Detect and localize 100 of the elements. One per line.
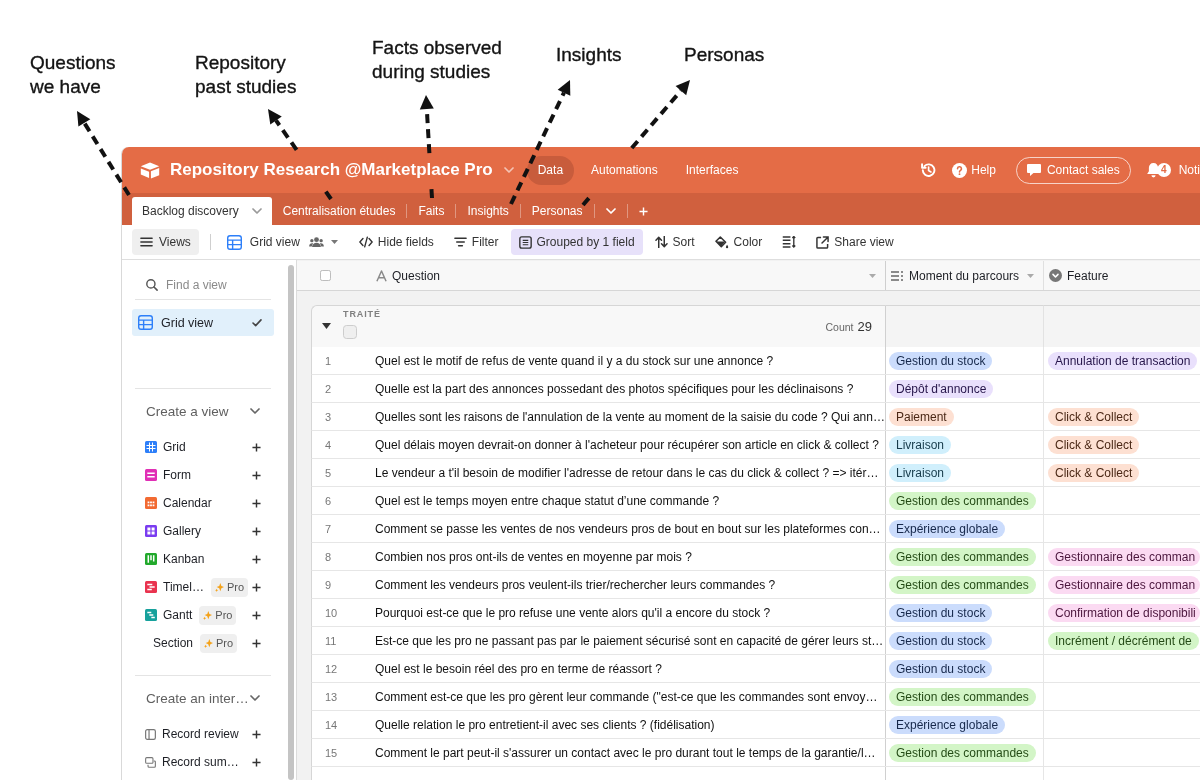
hide-fields-button[interactable]: Hide fields — [350, 229, 442, 255]
view-type-option[interactable]: Section — [153, 636, 194, 650]
table-tab[interactable]: Personas — [520, 197, 594, 225]
chevron-down-icon[interactable] — [250, 408, 260, 414]
chevron-down-icon[interactable] — [250, 695, 260, 701]
views-button[interactable]: Views — [132, 229, 199, 255]
option-tag: Confirmation de disponibili — [1048, 603, 1200, 622]
option-tag: Gestion du stock — [889, 631, 993, 650]
plus-icon[interactable] — [252, 498, 261, 508]
table-tab[interactable]: Backlog discovery — [132, 197, 272, 225]
row-number: 1 — [325, 354, 332, 367]
bell-icon[interactable] — [1146, 162, 1160, 178]
column-header[interactable]: Question — [365, 261, 886, 290]
plus-icon[interactable] — [252, 757, 261, 767]
view-switcher[interactable]: Grid view — [221, 229, 343, 255]
row-number: 7 — [325, 522, 332, 535]
plus-icon[interactable] — [252, 582, 261, 592]
search-field[interactable]: Find a view — [166, 277, 266, 292]
timeline-icon — [145, 581, 157, 593]
option-tag: Gestion des commandes — [889, 575, 1036, 594]
option-tag: Expérience globale — [889, 715, 1006, 734]
view-type-option[interactable]: Timel… — [163, 580, 204, 594]
record-count: 29 — [857, 319, 872, 334]
count-label: Count — [825, 321, 854, 333]
question-text: Quelle relation le pro entretient-il avec ses clients ? (fidélisation) — [375, 717, 715, 732]
option-tag: Gestionnaire des comman — [1048, 547, 1200, 566]
row-number: 10 — [325, 606, 338, 619]
plus-icon[interactable] — [252, 610, 261, 620]
option-tag: Gestion des commandes — [889, 687, 1036, 706]
option-tag: Gestion des commandes — [889, 491, 1036, 510]
notification-count: 4 — [1156, 163, 1171, 177]
option-tag: Livraison — [889, 463, 952, 482]
share-view-button[interactable]: Share view — [808, 229, 902, 255]
filter-button[interactable]: Filter — [445, 229, 507, 255]
question-text: Quel est le motif de refus de vente quand il y a du stock sur une annonce ? — [375, 353, 774, 368]
row-number: 2 — [325, 382, 332, 395]
table-tab[interactable]: Insights — [456, 197, 520, 225]
table-tab[interactable]: Faits — [407, 197, 456, 225]
option-tag: Gestion du stock — [889, 603, 993, 622]
history-icon[interactable] — [921, 162, 937, 178]
view-type-option[interactable]: Record sum… — [162, 755, 239, 769]
option-tag: Annulation de transaction — [1048, 351, 1198, 370]
option-tag: Gestion du stock — [889, 351, 993, 370]
code-icon — [358, 236, 373, 248]
view-item[interactable]: Grid view — [132, 309, 274, 336]
nav-tab[interactable]: Data — [526, 155, 575, 185]
logo-icon[interactable] — [140, 161, 160, 179]
view-type-option[interactable]: Kanban — [163, 552, 205, 566]
view-type-option[interactable]: Record review — [162, 727, 239, 741]
question-text: Quelle est la part des annonces possedant des photos spécifiques pour les déclinaisons ? — [375, 381, 854, 396]
plus-icon[interactable] — [252, 729, 261, 739]
plus-icon[interactable] — [252, 470, 261, 480]
help-icon — [952, 162, 968, 178]
select-all-checkbox[interactable] — [320, 270, 331, 281]
question-text: Quel est le temps moyen entre chaque statut d’une commande ? — [375, 493, 720, 508]
search-icon — [146, 278, 158, 291]
share-icon — [816, 235, 830, 249]
row-number: 3 — [325, 410, 332, 423]
option-tag: Gestionnaire des comman — [1048, 575, 1200, 594]
badge-label: Pro — [215, 609, 233, 621]
sparkle-icon — [203, 610, 213, 620]
table-tab[interactable]: Centralisation études — [271, 197, 407, 225]
row-number: 12 — [325, 662, 338, 675]
sort-button[interactable]: Sort — [646, 229, 703, 255]
annotation-label: Facts observed during studies — [372, 36, 502, 84]
question-text: Quel délais moyen devrait-on donner à l'acheteur pour récupérer son article en click & collect ? — [375, 437, 879, 452]
plus-icon[interactable] — [252, 638, 261, 648]
color-button[interactable]: Color — [706, 229, 771, 255]
option-tag: Gestion des commandes — [889, 547, 1036, 566]
column-header[interactable]: Feature — [1044, 261, 1200, 290]
view-type-option[interactable]: Form — [163, 468, 191, 482]
kanban-icon — [145, 553, 157, 565]
annotation-label: Personas — [684, 43, 765, 67]
question-text: Comment les vendeurs pros veulent-ils trier/rechercher leurs commandes ? — [375, 577, 776, 592]
option-tag: Gestion des commandes — [889, 743, 1036, 762]
group-button[interactable]: Grouped by 1 field — [510, 229, 643, 255]
filter-icon — [453, 237, 467, 247]
text-field-icon — [376, 269, 387, 282]
chevron-down-icon — [251, 208, 262, 214]
view-type-option[interactable]: Gallery — [163, 524, 201, 538]
annotation-label: Insights — [556, 43, 622, 67]
row-number: 9 — [325, 578, 332, 591]
badge-label: Pro — [216, 637, 234, 649]
scrollbar[interactable] — [288, 265, 294, 780]
people-icon — [308, 237, 324, 247]
plus-icon[interactable] — [252, 554, 261, 564]
question-text: Quel est le besoin réel des pro en terme de réassort ? — [375, 661, 662, 676]
plus-icon[interactable] — [252, 442, 261, 452]
plus-icon[interactable] — [252, 526, 261, 536]
group-field-label: TRAITÉ — [343, 309, 381, 319]
question-text: Le vendeur a t'il besoin de modifier l'adresse de retour dans le cas du click & collect ? => itér… — [375, 465, 879, 480]
collapse-triangle-icon[interactable] — [322, 323, 331, 329]
view-type-option[interactable]: Calendar — [163, 496, 212, 510]
list-icon — [890, 269, 904, 282]
grid-icon — [226, 234, 242, 250]
check-icon — [252, 318, 262, 327]
column-header[interactable]: Moment du parcours — [886, 261, 1044, 290]
view-type-option[interactable]: Grid — [163, 440, 186, 454]
view-type-option[interactable]: Gantt — [163, 608, 193, 622]
option-tag: Expérience globale — [889, 519, 1006, 538]
